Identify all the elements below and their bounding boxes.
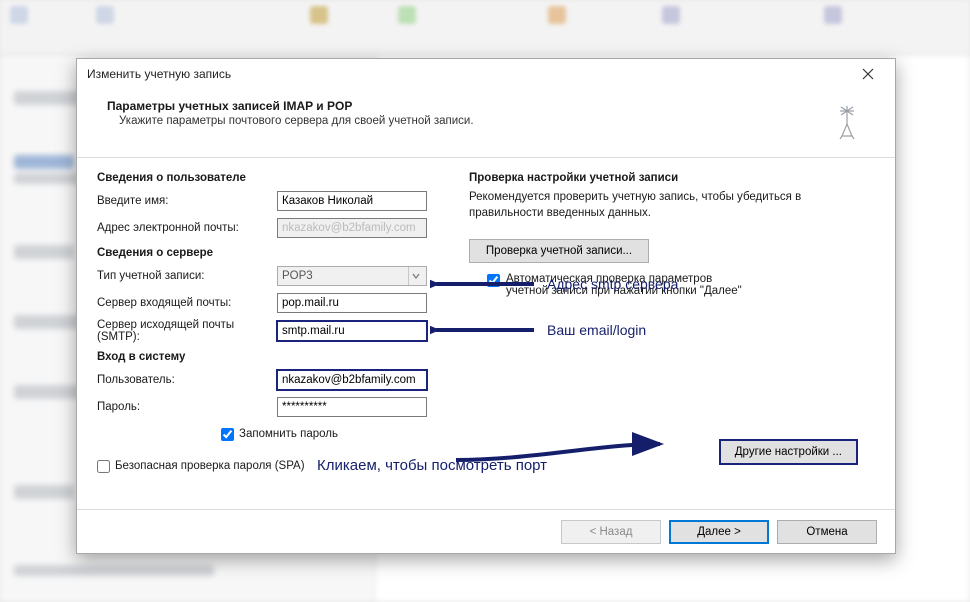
email-input [277, 218, 427, 238]
test-account-button[interactable]: Проверка учетной записи... [469, 239, 649, 263]
username-input[interactable] [277, 370, 427, 390]
label-email: Адрес электронной почты: [97, 222, 277, 234]
more-settings-button[interactable]: Другие настройки ... [720, 440, 857, 464]
next-button[interactable]: Далее > [669, 520, 769, 544]
chevron-down-icon [412, 272, 420, 280]
header-subtitle: Укажите параметры почтового сервера для … [107, 115, 829, 127]
label-username: Пользователь: [97, 374, 277, 386]
spa-checkbox[interactable] [97, 460, 110, 473]
cancel-button[interactable]: Отмена [777, 520, 877, 544]
label-auto-test: Автоматическая проверка параметров учетн… [506, 273, 747, 297]
close-icon [862, 68, 874, 80]
header-title: Параметры учетных записей IMAP и POP [107, 99, 829, 113]
account-type-select: POP3 [277, 266, 427, 286]
wizard-icon [829, 99, 875, 145]
close-button[interactable] [847, 60, 889, 88]
dialog-body: Сведения о пользователе Введите имя: Адр… [77, 158, 895, 516]
section-logon-info: Вход в систему [97, 351, 457, 363]
dialog-titlebar: Изменить учетную запись [77, 59, 895, 89]
back-button: < Назад [561, 520, 661, 544]
account-type-value: POP3 [282, 267, 313, 285]
incoming-server-input[interactable] [277, 293, 427, 313]
section-user-info: Сведения о пользователе [97, 172, 457, 184]
dialog-header: Параметры учетных записей IMAP и POP Ука… [77, 89, 895, 158]
label-password: Пароль: [97, 401, 277, 413]
account-settings-dialog: Изменить учетную запись Параметры учетны… [76, 58, 896, 554]
section-test-settings: Проверка настройки учетной записи [469, 172, 869, 184]
label-account-type: Тип учетной записи: [97, 270, 277, 282]
label-remember-password: Запомнить пароль [239, 428, 338, 440]
outgoing-server-input[interactable] [277, 321, 427, 341]
dialog-title: Изменить учетную запись [87, 59, 847, 89]
app-ribbon-blur [0, 0, 970, 55]
label-enter-name: Введите имя: [97, 195, 277, 207]
label-incoming: Сервер входящей почты: [97, 297, 277, 309]
name-input[interactable] [277, 191, 427, 211]
dialog-button-bar: < Назад Далее > Отмена [77, 509, 895, 553]
remember-password-checkbox[interactable] [221, 428, 234, 441]
label-spa: Безопасная проверка пароля (SPA) [115, 460, 305, 472]
label-outgoing: Сервер исходящей почты (SMTP): [97, 319, 277, 343]
section-server-info: Сведения о сервере [97, 247, 457, 259]
test-settings-description: Рекомендуется проверить учетную запись, … [469, 190, 869, 221]
password-input[interactable] [277, 397, 427, 417]
annotation-login: Ваш email/login [547, 322, 646, 338]
arrow-more-settings [450, 430, 670, 470]
auto-test-checkbox[interactable] [487, 274, 500, 287]
